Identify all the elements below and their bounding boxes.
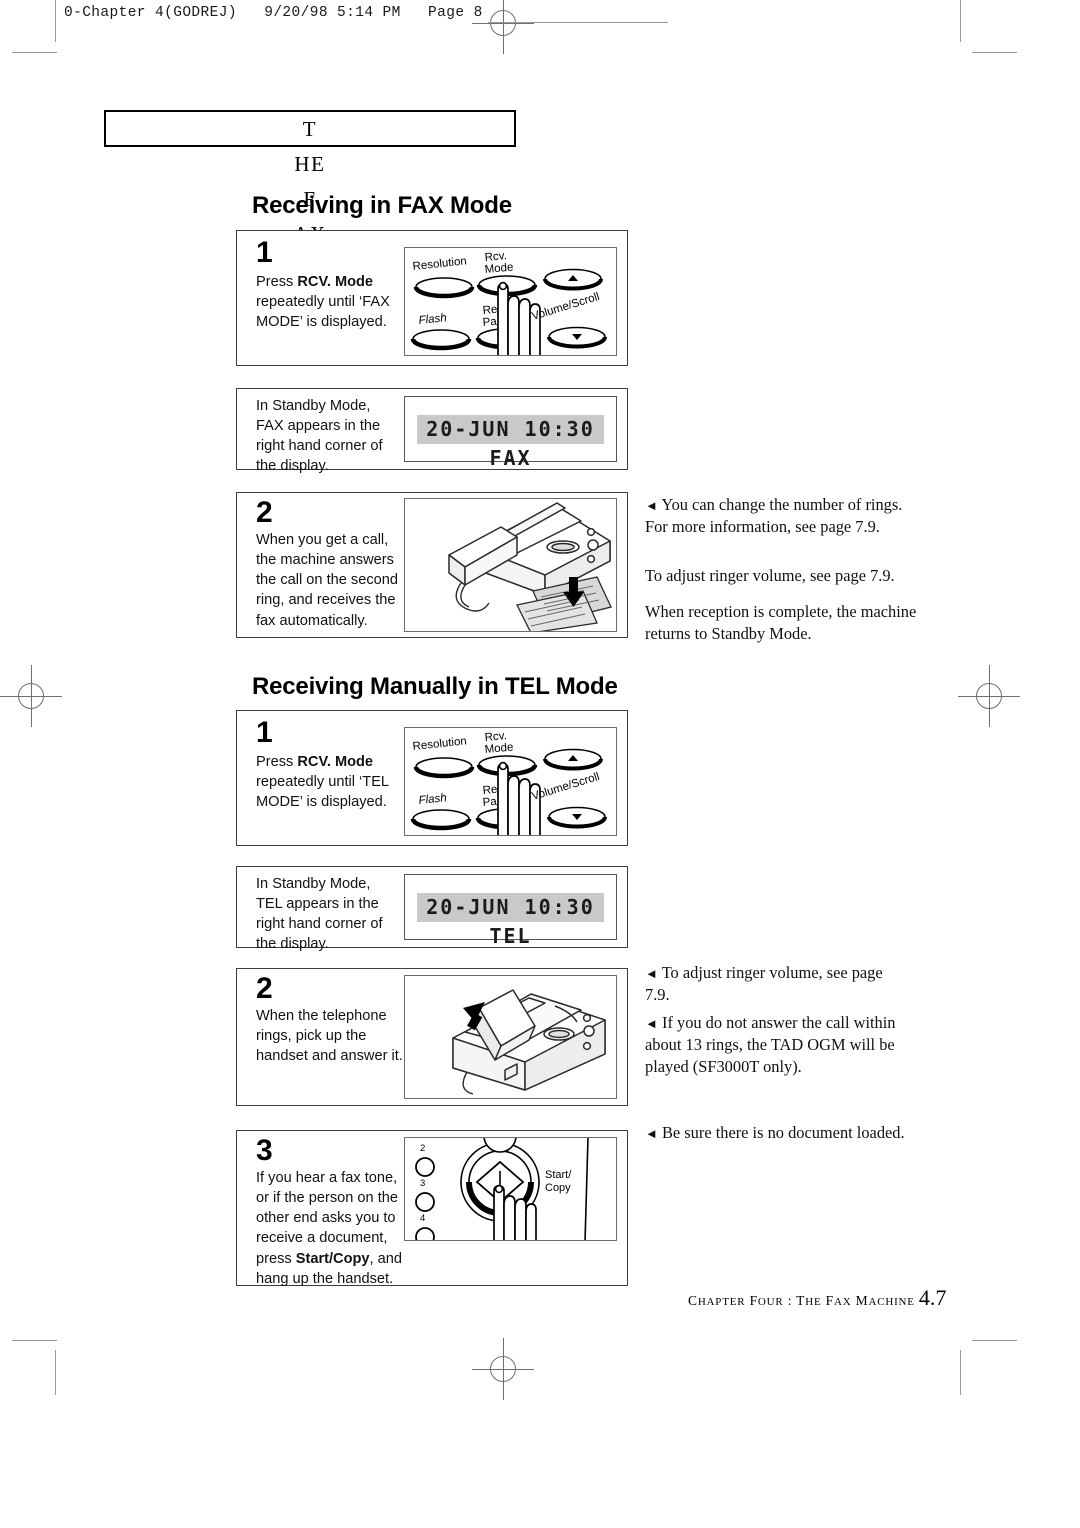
crop-mark-bottom-right-horizontal [972, 1340, 1017, 1342]
standby-text-fax: In Standby Mode, FAX appears in the righ… [256, 398, 383, 475]
control-panel-svg: Resolution Rcv. Mode Flash Re Pa Volume/… [410, 250, 607, 355]
svg-text:Mode: Mode [484, 742, 514, 756]
registration-mark-right [958, 665, 1020, 727]
fax-machine-receiving-svg [448, 502, 612, 631]
crop-mark-bottom-left-vertical [55, 1350, 57, 1395]
step-number-tel-1: 1 [256, 716, 273, 749]
svg-text:Pa: Pa [482, 316, 498, 329]
note-tel-1: ◄ To adjust ringer volume, see page 7.9. [645, 963, 883, 1004]
note-fax-1: ◄ You can change the number of rings. Fo… [645, 495, 903, 536]
speed-dial-label-2: 2 [420, 1143, 425, 1154]
registration-rule-top [488, 22, 668, 24]
speed-dial-label-3: 3 [420, 1178, 425, 1189]
page-footer: CHAPTER FOUR : THE FAX MACHINE 4.7 [688, 1285, 946, 1311]
step-number-tel-2: 2 [256, 972, 273, 1005]
note-fax-2: To adjust ringer volume, see page 7.9. [645, 566, 895, 585]
step-text-tel-2: When the telephone rings, pick up the ha… [256, 1008, 403, 1065]
crop-mark-top-right-horizontal [972, 52, 1017, 54]
svg-text:Pa: Pa [482, 796, 498, 809]
registration-mark-bottom [472, 1338, 534, 1400]
svg-text:Flash: Flash [418, 792, 447, 807]
step-text-tel-1: Press RCV. Mode repeatedly until ‘TEL MO… [256, 754, 389, 811]
svg-text:Volume/Scroll: Volume/Scroll [530, 771, 601, 803]
page-slug: 0-Chapter 4(GODREJ) 9/20/98 5:14 PM Page… [64, 5, 483, 21]
note-bullet-icon: ◄ [645, 1016, 658, 1031]
footer-chapter-text: CHAPTER FOUR : THE FAX MACHINE [688, 1293, 915, 1308]
svg-text:Resolution: Resolution [412, 735, 467, 753]
fax-machine-handset-svg [452, 989, 606, 1095]
lcd-frame-fax: 20-JUN 10:30 FAX [404, 396, 617, 470]
standby-text-tel: In Standby Mode, TEL appears in the righ… [256, 876, 383, 953]
note-bullet-icon: ◄ [645, 1126, 658, 1141]
step-number-fax-2: 2 [256, 496, 273, 529]
step-text-tel-3: If you hear a fax tone, or if the person… [256, 1170, 403, 1287]
label-flash: Flash [418, 312, 447, 327]
lcd-text-fax: 20-JUN 10:30 FAX [426, 417, 595, 470]
illustration-fax-handset [404, 975, 617, 1099]
start-copy-panel-svg: 2 3 4 Start/ Copy [415, 1138, 589, 1240]
step-text-fax-2: When you get a call, the machine answers… [256, 532, 398, 629]
running-head-banner: THE FAX MACHINE [104, 110, 516, 316]
illustration-fax-receiving [404, 498, 617, 632]
speed-dial-label-4: 4 [420, 1213, 425, 1224]
step-text-fax-1: Press RCV. Mode repeatedly until ‘FAX MO… [256, 274, 390, 331]
control-panel-svg-tel: Resolution Rcv. Mode Flash Re Pa Volume/… [410, 730, 607, 835]
section-heading-tel: Receiving Manually in TEL Mode [252, 673, 618, 700]
illustration-control-panel-fax: Resolution Rcv. Mode Flash Re Pa Volume/… [404, 247, 617, 356]
lcd-band-fax: 20-JUN 10:30 FAX [417, 415, 604, 470]
crop-mark-top-left-horizontal [12, 52, 57, 54]
note-tel-2: ◄ If you do not answer the call within a… [645, 1013, 896, 1076]
svg-text:Mode: Mode [484, 262, 514, 276]
note-tel-3: ◄ Be sure there is no document loaded. [645, 1123, 905, 1142]
label-volume-scroll: Volume/Scroll [530, 291, 601, 323]
note-bullet-icon: ◄ [645, 498, 658, 513]
crop-mark-bottom-right-vertical [960, 1350, 962, 1395]
footer-page-number: 4.7 [918, 1285, 947, 1310]
crop-mark-top-left-vertical [55, 0, 57, 42]
lcd-band-tel: 20-JUN 10:30 TEL [417, 893, 604, 948]
label-start-copy: Start/ [545, 1169, 572, 1181]
note-fax-3: When reception is complete, the machine … [645, 602, 917, 643]
step-number-fax-1: 1 [256, 236, 273, 269]
section-heading-fax: Receiving in FAX Mode [252, 192, 512, 219]
illustration-start-copy-panel: 2 3 4 Start/ Copy [404, 1137, 617, 1241]
illustration-control-panel-tel: Resolution Rcv. Mode Flash Re Pa Volume/… [404, 727, 617, 836]
crop-mark-top-right-vertical [960, 0, 962, 42]
crop-mark-bottom-left-horizontal [12, 1340, 57, 1342]
lcd-frame-tel: 20-JUN 10:30 TEL [404, 874, 617, 948]
step-number-tel-3: 3 [256, 1134, 273, 1167]
registration-mark-left [0, 665, 62, 727]
note-bullet-icon: ◄ [645, 966, 658, 981]
lcd-text-tel: 20-JUN 10:30 TEL [426, 895, 595, 948]
label-resolution: Resolution [412, 255, 467, 273]
svg-text:Copy: Copy [545, 1182, 571, 1194]
